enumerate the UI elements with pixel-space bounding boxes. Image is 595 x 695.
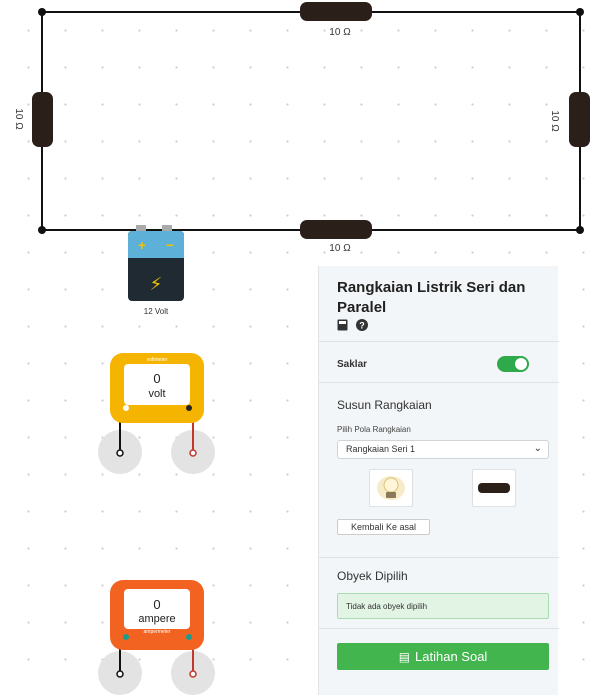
saklar-toggle[interactable]: [497, 356, 529, 372]
divider: [319, 341, 559, 342]
ammeter-value: 0: [153, 597, 161, 612]
ammeter-title: ampermeter: [144, 629, 171, 635]
bulb-tile[interactable]: [369, 469, 413, 507]
resistor-right[interactable]: 10 Ω: [549, 92, 590, 147]
resistor-tile[interactable]: [472, 469, 516, 507]
select-value: Rangkaian Seri 1: [346, 444, 416, 454]
voltmeter-unit: volt: [148, 388, 166, 400]
lightning-icon: ⚡: [150, 274, 163, 295]
resistor-bottom-label: 10 Ω: [329, 243, 351, 254]
panel-title: Rangkaian Listrik Seri dan Paralel: [337, 279, 526, 316]
divider: [319, 557, 559, 558]
voltmeter-title: voltmeter: [147, 357, 168, 363]
pilih-pola-label: Pilih Pola Rangkaian: [337, 425, 411, 434]
wire-nodes: [38, 8, 584, 234]
control-panel: Rangkaian Listrik Seri dan Paralel ? Sak…: [318, 266, 559, 695]
calculator-icon[interactable]: [337, 319, 348, 331]
resistor-left[interactable]: 10 Ω: [13, 92, 53, 147]
ammeter-unit: ampere: [138, 613, 176, 625]
panel-icons: ?: [337, 319, 368, 331]
pola-rangkaian-select[interactable]: Rangkaian Seri 1 ⌄: [337, 440, 549, 459]
help-icon[interactable]: ?: [356, 319, 368, 331]
voltmeter-value: 0: [153, 371, 161, 386]
chevron-down-icon: ⌄: [533, 443, 542, 454]
book-icon: ▤: [398, 650, 411, 664]
bulb-icon: [377, 476, 405, 500]
resistor-left-label: 10 Ω: [13, 108, 24, 130]
saklar-label: Saklar: [337, 359, 368, 370]
divider: [319, 628, 559, 629]
battery-label: 12 Volt: [144, 307, 169, 316]
resistor-top-label: 10 Ω: [329, 27, 351, 38]
battery[interactable]: + − ⚡ 12 Volt: [128, 225, 184, 316]
susun-heading: Susun Rangkaian: [337, 398, 432, 412]
toggle-knob: [515, 358, 527, 370]
latihan-soal-button[interactable]: ▤ Latihan Soal: [337, 643, 549, 670]
reset-button[interactable]: Kembali Ke asal: [337, 519, 430, 535]
resistor-right-label: 10 Ω: [549, 110, 560, 132]
resistor-bottom[interactable]: 10 Ω: [300, 220, 372, 254]
circuit-wires: [41, 11, 581, 231]
divider: [319, 382, 559, 383]
obyek-heading: Obyek Dipilih: [337, 569, 408, 583]
svg-text:?: ?: [359, 321, 365, 331]
resistor-icon: [478, 483, 510, 493]
battery-plus-sign: +: [138, 237, 146, 253]
latihan-soal-label: Latihan Soal: [415, 649, 488, 664]
obyek-info-box: Tidak ada obyek dipilih: [337, 593, 549, 619]
resistor-top[interactable]: 10 Ω: [300, 2, 372, 38]
battery-minus-sign: −: [166, 237, 174, 253]
